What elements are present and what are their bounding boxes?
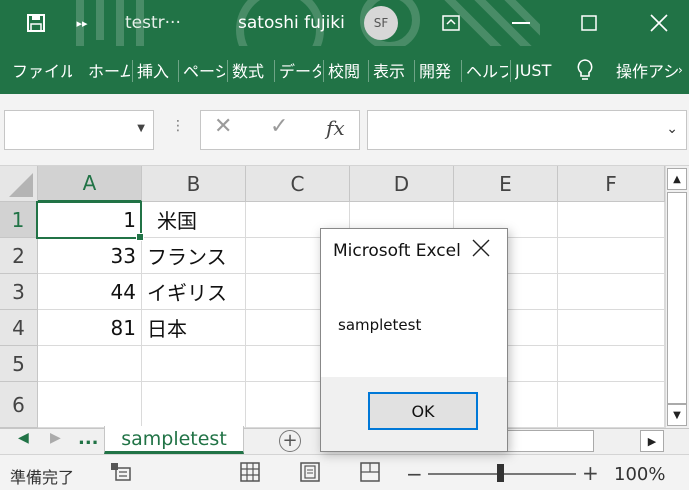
column-header-e[interactable]: E [454, 166, 558, 202]
dialog-close-icon[interactable] [472, 238, 490, 262]
tab-tell-me[interactable]: 操作アシ [616, 46, 678, 94]
cell-f5[interactable] [558, 346, 665, 382]
formula-bar-grip-icon[interactable]: ⋮ [171, 118, 185, 134]
close-icon[interactable] [636, 0, 682, 46]
active-cell-highlight [36, 201, 144, 241]
name-box[interactable]: ▼ [4, 110, 154, 150]
tab-file[interactable]: ファイル [12, 46, 72, 94]
dialog-message: sampletest [338, 316, 422, 334]
dialog-title: Microsoft Excel [333, 241, 461, 261]
status-text: 準備完了 [10, 468, 75, 487]
enter-check-icon[interactable]: ✓ [270, 114, 288, 139]
row-header-5[interactable]: 5 [0, 346, 38, 382]
maximize-icon[interactable] [566, 0, 612, 46]
cell-f4[interactable] [558, 310, 665, 346]
cell-a5[interactable] [38, 346, 142, 382]
cancel-icon[interactable]: ✕ [214, 114, 232, 139]
scroll-up-icon[interactable]: ▲ [667, 168, 687, 190]
scroll-right-icon[interactable]: ▶ [640, 430, 664, 452]
row-header-1[interactable]: 1 [0, 202, 38, 238]
row-header-2[interactable]: 2 [0, 238, 38, 274]
formula-input[interactable]: ⌄ [367, 110, 687, 150]
cell-a2[interactable]: 33 [38, 238, 142, 274]
tab-review[interactable]: 校閲 [328, 46, 366, 94]
lightbulb-icon[interactable] [576, 46, 598, 94]
column-header-b[interactable]: B [142, 166, 246, 202]
cell-a6[interactable] [38, 382, 142, 428]
cell-b1[interactable]: 米国 [142, 202, 246, 238]
page-layout-view-icon[interactable] [300, 462, 320, 486]
user-name[interactable]: satoshi fujiki [238, 0, 345, 46]
column-header-d[interactable]: D [350, 166, 454, 202]
page-break-view-icon[interactable] [360, 462, 380, 486]
normal-view-icon[interactable] [240, 462, 260, 486]
more-sheets-button[interactable]: ... [78, 428, 99, 449]
ribbon-tabs: ファイル ホーム 挿入 ページ 数式 データ 校閲 表示 開発 ヘルプ JUST… [0, 46, 689, 94]
title-bar: ▸▸ testr··· satoshi fujiki SF [0, 0, 689, 46]
ribbon-display-options-icon[interactable] [428, 0, 474, 46]
minimize-icon[interactable] [498, 0, 544, 46]
cell-b4[interactable]: 日本 [142, 310, 246, 346]
cell-b6[interactable] [142, 382, 246, 428]
tab-developer[interactable]: 開発 [419, 46, 457, 94]
zoom-level[interactable]: 100% [614, 464, 665, 485]
zoom-slider-thumb[interactable] [497, 464, 504, 482]
sheet-tab-sampletest[interactable]: sampletest [104, 426, 244, 454]
tab-data[interactable]: データ [279, 46, 321, 94]
ok-button[interactable]: OK [368, 392, 478, 430]
add-sheet-icon[interactable]: + [279, 430, 301, 452]
cell-b2[interactable]: フランス [142, 238, 246, 274]
cell-f1[interactable] [558, 202, 665, 238]
zoom-out-button[interactable]: − [406, 462, 423, 486]
previous-sheet-icon[interactable]: ◀ [18, 430, 29, 446]
row-header-6[interactable]: 6 [0, 382, 38, 428]
scroll-down-icon[interactable]: ▼ [667, 404, 687, 426]
cell-f3[interactable] [558, 274, 665, 310]
select-all-corner[interactable] [0, 166, 38, 202]
tab-view[interactable]: 表示 [373, 46, 411, 94]
avatar[interactable]: SF [364, 6, 398, 40]
tab-help[interactable]: ヘルプ [466, 46, 508, 94]
name-box-dropdown-icon[interactable]: ▼ [137, 123, 145, 134]
zoom-in-button[interactable]: + [582, 461, 599, 485]
ribbon-scroll-right-icon[interactable]: › [678, 46, 689, 94]
save-icon[interactable] [22, 0, 50, 46]
cell-a4[interactable]: 81 [38, 310, 142, 346]
cell-b5[interactable] [142, 346, 246, 382]
column-header-f[interactable]: F [558, 166, 665, 202]
document-title: testr··· [125, 13, 181, 33]
next-sheet-icon[interactable]: ▶ [50, 430, 61, 446]
column-header-a[interactable]: A [38, 166, 142, 202]
tab-insert[interactable]: 挿入 [137, 46, 175, 94]
tab-home[interactable]: ホーム [88, 46, 130, 94]
tab-just[interactable]: JUST [515, 46, 559, 94]
cell-f6[interactable] [558, 382, 665, 428]
column-header-c[interactable]: C [246, 166, 350, 202]
cell-a3[interactable]: 44 [38, 274, 142, 310]
cell-f2[interactable] [558, 238, 665, 274]
formula-expand-icon[interactable]: ⌄ [666, 121, 678, 137]
row-header-4[interactable]: 4 [0, 310, 38, 346]
vertical-scroll-thumb[interactable] [667, 192, 687, 404]
cell-b3[interactable]: イギリス [142, 274, 246, 310]
tab-page-layout[interactable]: ページ [183, 46, 225, 94]
quick-access-more-icon[interactable]: ▸▸ [70, 0, 94, 46]
tab-formulas[interactable]: 数式 [232, 46, 272, 94]
macro-record-icon[interactable] [110, 462, 132, 486]
row-header-3[interactable]: 3 [0, 274, 38, 310]
insert-function-icon[interactable]: fx [326, 116, 345, 140]
